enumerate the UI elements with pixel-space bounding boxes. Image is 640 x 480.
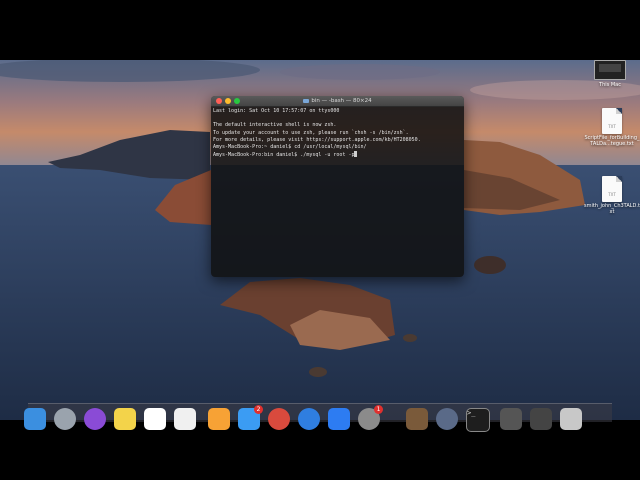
text-cursor — [354, 151, 358, 158]
dock-terminal-icon[interactable]: >_ — [466, 408, 490, 432]
text-file-icon: TXT — [602, 108, 622, 134]
notification-badge: 2 — [254, 405, 263, 414]
dock-launchpad-icon[interactable] — [54, 408, 76, 430]
dock-downloads-stack-icon[interactable] — [500, 408, 522, 430]
desktop: bin — -bash — 80×24 Last login: Sat Oct … — [0, 60, 640, 420]
window-title-text: bin — -bash — 80×24 — [311, 98, 372, 104]
dock-trash-icon[interactable] — [560, 408, 582, 430]
terminal-line: Amys-MacBook-Pro:~ daniel$ cd /usr/local… — [213, 144, 367, 151]
terminal-line: To update your account to use zsh, pleas… — [213, 129, 409, 136]
terminal-line: Amys-MacBook-Pro:bin daniel$ ./mysql -u … — [213, 152, 355, 159]
terminal-output[interactable]: Last login: Sat Oct 10 17:57:07 on ttys0… — [211, 107, 464, 160]
dock-chrome-icon[interactable] — [268, 408, 290, 430]
computer-icon — [594, 60, 626, 80]
terminal-prompt-line[interactable]: Amys-MacBook-Pro:bin daniel$ ./mysql -u … — [213, 151, 462, 159]
desktop-icon-label: smith_john_Ch3TALD.txt — [584, 203, 640, 215]
terminal-line: Last login: Sat Oct 10 17:57:07 on ttys0… — [213, 108, 340, 114]
terminal-line: For more details, please visit https://s… — [213, 136, 421, 143]
terminal-line: The default interactive shell is now zsh… — [213, 122, 337, 129]
dock-safari-icon[interactable] — [298, 408, 320, 430]
desktop-icon-script-file[interactable]: TXT ScriptFile_forBuilding_TALDa...tegue… — [584, 108, 640, 147]
dock-system-preferences-icon[interactable]: 1 — [358, 405, 383, 430]
desktop-icon-label: This Mac — [599, 82, 621, 88]
dock-finder-icon[interactable] — [24, 408, 46, 430]
dock-notes-icon[interactable] — [114, 408, 136, 430]
dock-siri-icon[interactable] — [84, 408, 106, 430]
folder-icon — [303, 98, 310, 103]
dock-documents-stack-icon[interactable] — [530, 408, 552, 430]
dock: 2 1 >_ — [24, 403, 612, 432]
dock-photos-icon[interactable] — [208, 408, 230, 430]
dock-quicktime-icon[interactable] — [436, 408, 458, 430]
file-type-badge: TXT — [608, 192, 616, 197]
terminal-window[interactable]: bin — -bash — 80×24 Last login: Sat Oct … — [211, 96, 464, 277]
text-file-icon: TXT — [602, 176, 622, 202]
dock-messages-icon[interactable]: 2 — [238, 405, 263, 430]
dock-utility-icon[interactable] — [406, 408, 428, 430]
terminal-titlebar[interactable]: bin — -bash — 80×24 — [211, 96, 464, 107]
window-title: bin — -bash — 80×24 — [211, 96, 464, 106]
dock-app-store-icon[interactable] — [328, 408, 350, 430]
dock-calendar-icon[interactable] — [144, 408, 166, 430]
notification-badge: 1 — [374, 405, 383, 414]
desktop-icon-this-mac[interactable]: This Mac — [590, 60, 630, 88]
desktop-icon-label: ScriptFile_forBuilding_TALDa...tegue.txt — [584, 135, 640, 147]
dock-reminders-icon[interactable] — [174, 408, 196, 430]
file-type-badge: TXT — [608, 124, 616, 129]
desktop-icon-smith-john[interactable]: TXT smith_john_Ch3TALD.txt — [584, 176, 640, 215]
